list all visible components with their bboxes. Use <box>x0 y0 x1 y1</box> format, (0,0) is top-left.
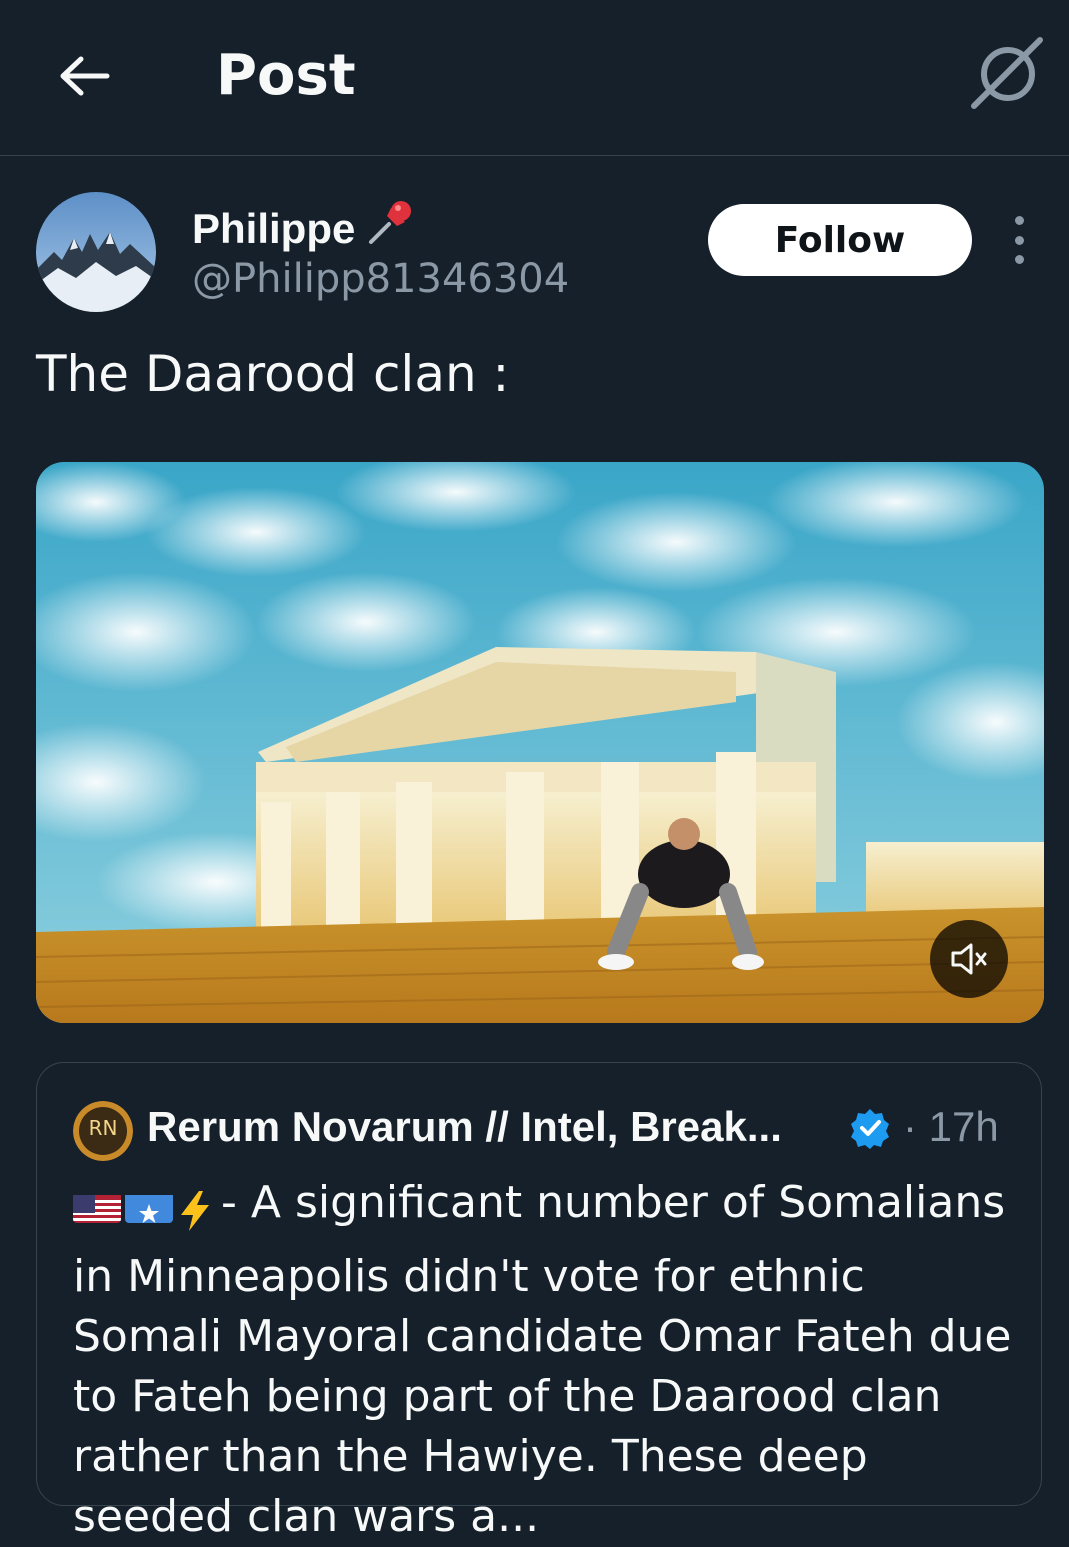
grok-button[interactable] <box>966 34 1046 114</box>
author-handle[interactable]: @Philipp81346304 <box>192 252 569 306</box>
somalia-flag-icon <box>125 1187 173 1223</box>
arrow-left-icon <box>60 56 110 96</box>
author-name-text: Philippe <box>192 204 356 252</box>
post-text: The Daarood clan : <box>36 345 510 403</box>
mute-button[interactable] <box>930 920 1008 998</box>
mountain-avatar-image <box>36 192 156 312</box>
quoted-avatar: RN <box>73 1101 133 1161</box>
back-button[interactable] <box>56 48 112 104</box>
more-dot-icon <box>1014 235 1024 245</box>
lightning-icon <box>177 1187 213 1247</box>
quoted-post[interactable]: RN Rerum Novarum // Intel, Break... · 17… <box>36 1062 1042 1542</box>
quoted-timestamp: · 17h <box>903 1103 999 1150</box>
more-options-button[interactable] <box>1004 216 1034 264</box>
post-video[interactable] <box>36 462 1044 1023</box>
top-bar: Post <box>0 0 1069 156</box>
us-flag-icon <box>73 1187 121 1223</box>
quoted-author-name[interactable]: Rerum Novarum // Intel, Break... <box>147 1099 782 1155</box>
pin-icon <box>367 198 415 259</box>
more-dot-icon <box>1014 216 1024 225</box>
volume-muted-icon <box>951 943 987 975</box>
follow-button[interactable]: Follow <box>708 204 972 276</box>
quoted-text: - A significant number of Somalians in M… <box>73 1173 1013 1547</box>
verified-badge-icon <box>851 1109 889 1149</box>
grok-icon <box>971 37 1043 109</box>
quoted-avatar-text: RN <box>89 1116 118 1140</box>
page-title: Post <box>216 43 356 108</box>
more-dot-icon <box>1014 255 1024 264</box>
author-name[interactable]: Philippe <box>192 198 415 259</box>
quoted-body-text: - A significant number of Somalians in M… <box>73 1177 1012 1542</box>
flag-emojis <box>73 1187 213 1247</box>
video-frame-image <box>36 462 1044 1023</box>
avatar[interactable] <box>36 192 156 312</box>
